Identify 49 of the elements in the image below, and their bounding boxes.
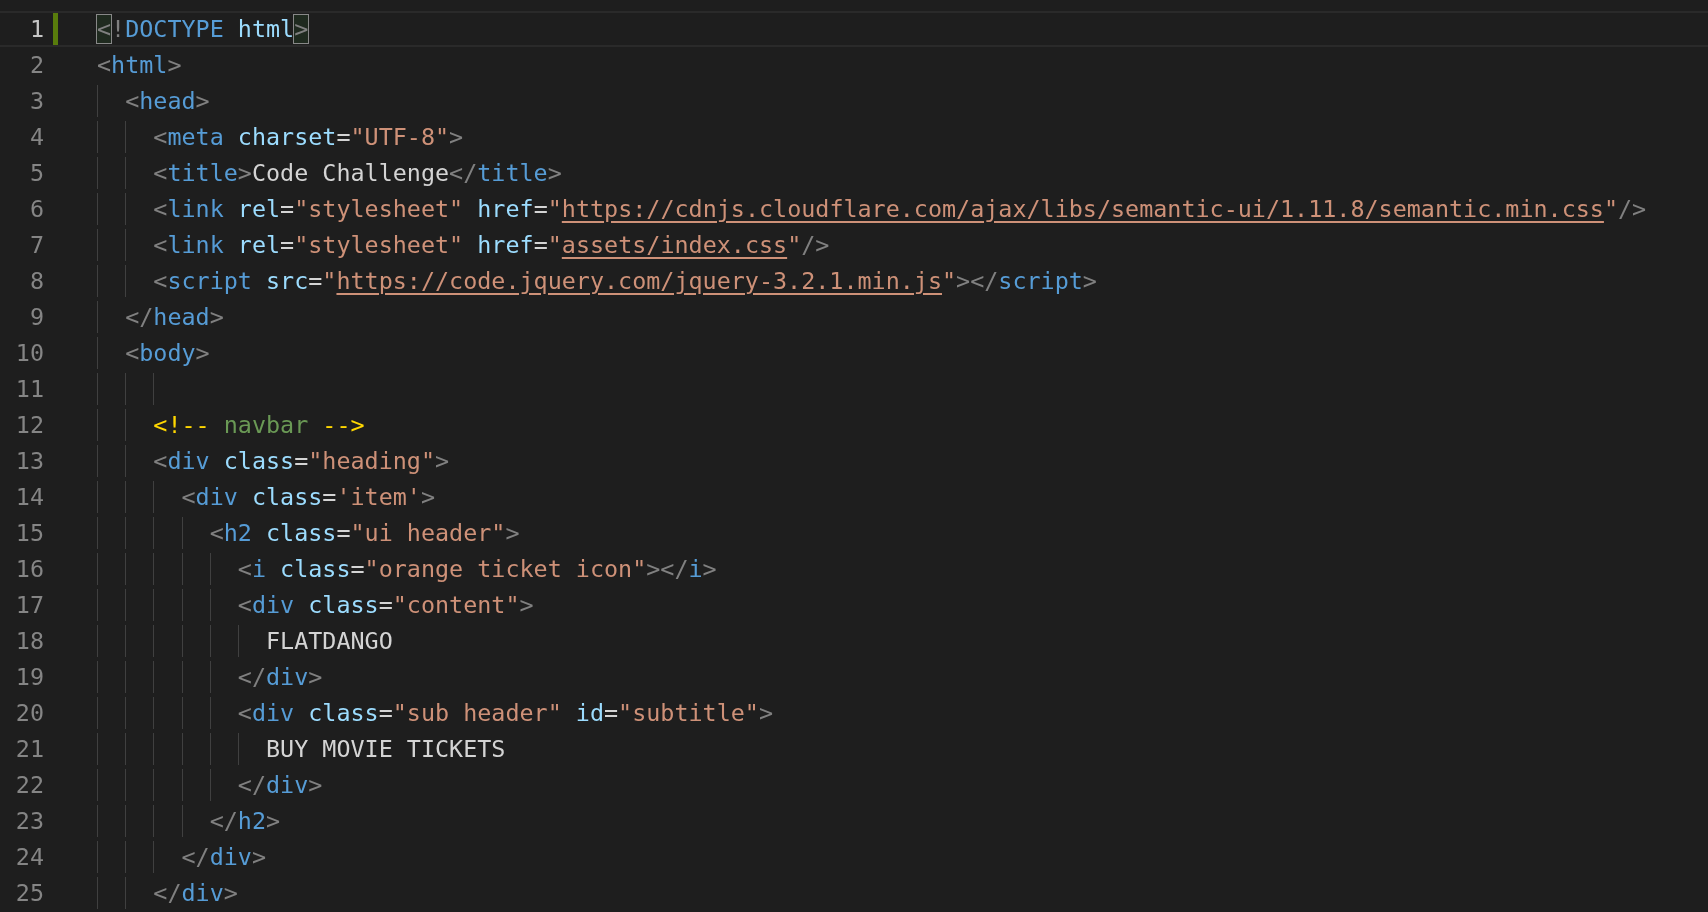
code-line: <head> bbox=[124, 86, 210, 117]
line-number: 1 bbox=[28, 15, 44, 43]
line-number: 21 bbox=[14, 735, 44, 763]
code-line: <div class='item'> bbox=[180, 482, 435, 513]
line-number: 9 bbox=[28, 303, 44, 331]
code-line: <div class="content"> bbox=[236, 590, 534, 621]
line-number: 16 bbox=[14, 555, 44, 583]
line-number: 4 bbox=[28, 123, 44, 151]
code-line: <div class="sub header" id="subtitle"> bbox=[236, 698, 773, 729]
line-number: 25 bbox=[14, 879, 44, 907]
code-line: <link rel="stylesheet" href="https://cdnjs.cloudflare.com/ajax/libs/semantic-ui/1.11.8/semantic.min.css"/> bbox=[152, 194, 1647, 225]
line-number: 7 bbox=[28, 231, 44, 259]
line-number: 10 bbox=[14, 339, 44, 367]
code-line: <meta charset="UTF-8"> bbox=[152, 122, 464, 153]
code-line: BUY MOVIE TICKETS bbox=[265, 734, 506, 765]
code-line: <div class="heading"> bbox=[152, 446, 450, 477]
line-number: 13 bbox=[14, 447, 44, 475]
line-number: 6 bbox=[28, 195, 44, 223]
code-line: <link rel="stylesheet" href="assets/index.css"/> bbox=[152, 230, 830, 261]
code-line: </div> bbox=[152, 878, 238, 909]
line-number: 3 bbox=[28, 87, 44, 115]
code-line: </div> bbox=[236, 770, 323, 801]
line-number: 15 bbox=[14, 519, 44, 547]
code-line: <script src="https://code.jquery.com/jquery-3.2.1.min.js"></script> bbox=[152, 266, 1097, 297]
line-number: 24 bbox=[14, 843, 44, 871]
code-line: <title>Code Challenge</title> bbox=[152, 158, 562, 189]
line-number: 5 bbox=[28, 159, 44, 187]
code-line: FLATDANGO bbox=[265, 626, 393, 657]
code-line: <h2 class="ui header"> bbox=[208, 518, 520, 549]
line-number: 8 bbox=[28, 267, 44, 295]
code-line: </h2> bbox=[208, 806, 281, 837]
line-number: 20 bbox=[14, 699, 44, 727]
line-number: 12 bbox=[14, 411, 44, 439]
code-line: </div> bbox=[180, 842, 266, 873]
code-line: <!DOCTYPE html> bbox=[97, 14, 309, 45]
line-number: 18 bbox=[14, 627, 44, 655]
code-line: <!-- navbar --> bbox=[152, 410, 365, 441]
code-line: </div> bbox=[236, 662, 323, 693]
line-number: 19 bbox=[14, 663, 44, 691]
line-number: 11 bbox=[14, 375, 44, 403]
line-number: 14 bbox=[14, 483, 44, 511]
code-line: </head> bbox=[124, 302, 224, 333]
line-number: 17 bbox=[14, 591, 44, 619]
code-line: <i class="orange ticket icon"></i> bbox=[236, 554, 717, 585]
code-line: <html> bbox=[97, 50, 182, 81]
line-number: 23 bbox=[14, 807, 44, 835]
line-number: 2 bbox=[28, 51, 44, 79]
line-number: 22 bbox=[14, 771, 44, 799]
code-line: <body> bbox=[124, 338, 210, 369]
